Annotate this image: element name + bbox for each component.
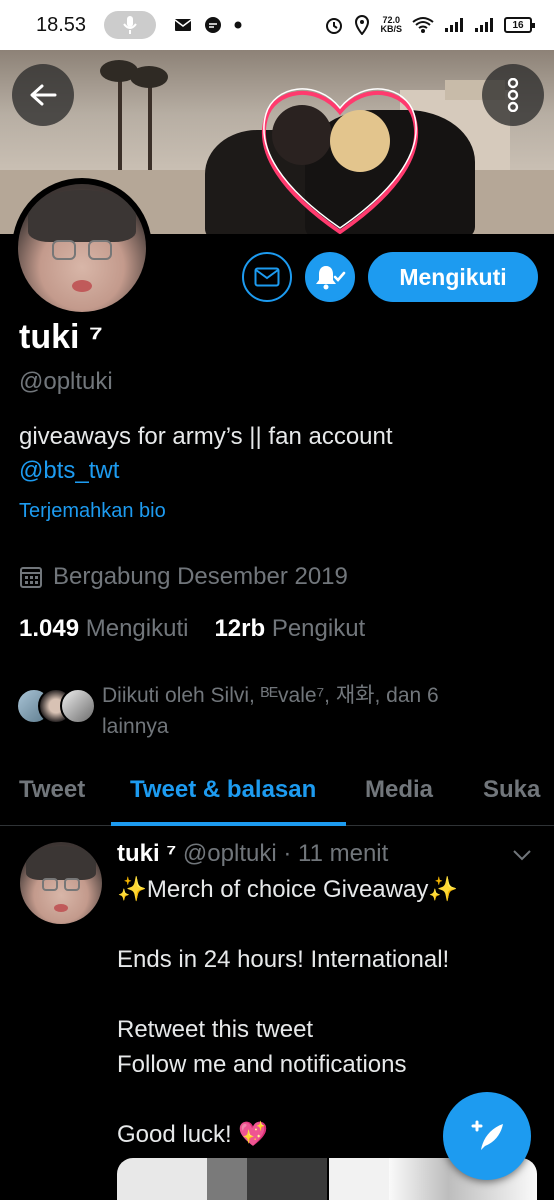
back-button[interactable] xyxy=(12,64,74,126)
tweet-author-avatar[interactable] xyxy=(20,842,102,924)
profile-name: tuki ⁷ xyxy=(19,318,103,356)
calendar-icon xyxy=(20,567,42,588)
heart-icon xyxy=(261,88,419,234)
banner-palm xyxy=(148,80,152,170)
media-image xyxy=(207,1158,247,1200)
followed-by-text: Diikuti oleh Silvi, ᴮᴱvale⁷, 재화, dan 6 l… xyxy=(102,684,439,738)
network-speed: 72.0 KB/S xyxy=(380,16,402,34)
joined-date: Bergabung Desember 2019 xyxy=(19,563,348,591)
profile-tabs: Tweet Tweet & balasan Media Suka xyxy=(0,760,554,826)
battery-icon: 16 xyxy=(504,17,535,33)
battery-level: 16 xyxy=(512,19,524,31)
active-tab-indicator xyxy=(111,822,346,826)
more-options-button[interactable] xyxy=(482,64,544,126)
media-image xyxy=(247,1158,327,1200)
signal-1-icon xyxy=(445,18,463,32)
tweet-line xyxy=(117,977,537,1012)
bio-text: giveaways for army’s || fan account xyxy=(19,423,393,450)
alarm-icon xyxy=(326,18,343,34)
avatar-lips xyxy=(72,280,92,292)
followed-by-avatars xyxy=(16,688,98,728)
media-image xyxy=(117,1158,207,1200)
status-time: 18.53 xyxy=(36,13,87,36)
avatar-glasses-left xyxy=(42,878,58,891)
profile-bio: giveaways for army’s || fan account @bts… xyxy=(19,420,393,488)
chat-notification-icon xyxy=(205,17,222,33)
tweet-line: Retweet this tweet xyxy=(117,1016,314,1043)
followed-by[interactable]: Diikuti oleh Silvi, ᴮᴱvale⁷, 재화, dan 6 l… xyxy=(16,680,502,742)
follow-stats: 1.049 Mengikuti 12rb Pengikut xyxy=(19,615,365,643)
tab-media[interactable]: Media xyxy=(365,776,433,804)
avatar-glasses-right xyxy=(64,878,80,891)
tweet-line: Follow me and notifications xyxy=(117,1051,407,1078)
profile-avatar[interactable] xyxy=(12,178,152,318)
tweet-line: ✨Merch of choice Giveaway✨ xyxy=(117,876,459,903)
email-notification-icon xyxy=(174,19,192,31)
joined-text: Bergabung Desember 2019 xyxy=(53,563,348,590)
avatar xyxy=(18,184,146,312)
avatar xyxy=(60,688,96,724)
following-count: 1.049 xyxy=(19,615,80,642)
tab-tweet[interactable]: Tweet xyxy=(19,776,85,804)
following-button[interactable]: Mengikuti xyxy=(368,252,538,302)
avatar-hat xyxy=(26,846,96,880)
banner-palm-leaves xyxy=(130,66,168,88)
tweet-line: Ends in 24 hours! International! xyxy=(117,946,450,973)
profile-handle: @opltuki xyxy=(19,368,113,395)
following-stat[interactable]: 1.049 Mengikuti xyxy=(19,615,188,643)
network-speed-unit: KB/S xyxy=(380,24,402,34)
followers-count: 12rb xyxy=(214,615,266,642)
media-image xyxy=(329,1158,389,1200)
arrow-left-icon xyxy=(30,84,57,106)
avatar-lips xyxy=(54,904,68,912)
message-button[interactable] xyxy=(242,252,292,302)
tweet-line xyxy=(117,907,537,942)
bio-mention-link[interactable]: @bts_twt xyxy=(19,454,393,488)
tab-likes[interactable]: Suka xyxy=(483,776,540,804)
wifi-icon xyxy=(412,17,434,33)
chevron-down-icon xyxy=(513,850,531,861)
tweet-author-handle: @opltuki xyxy=(182,840,277,867)
followers-stat[interactable]: 12rb Pengikut xyxy=(214,615,365,643)
compose-tweet-button[interactable] xyxy=(443,1092,531,1180)
notifications-button[interactable] xyxy=(305,252,355,302)
tweet-header: tuki ⁷ @opltuki · 11 menit xyxy=(117,840,388,868)
tab-tweet-replies[interactable]: Tweet & balasan xyxy=(130,776,316,804)
avatar-hat xyxy=(28,190,136,242)
following-label: Mengikuti xyxy=(85,615,189,642)
avatar-glasses-left xyxy=(52,240,76,260)
compose-tweet-icon xyxy=(471,1120,503,1150)
avatar-glasses-right xyxy=(88,240,112,260)
more-vertical-icon xyxy=(507,78,519,112)
tweet-separator: · xyxy=(283,840,292,867)
mail-icon xyxy=(254,267,280,287)
banner-palm xyxy=(118,70,122,170)
more-notifications-dot-icon xyxy=(234,21,242,29)
status-bar: 18.53 72.0 KB/S 16 xyxy=(0,0,554,50)
microphone-icon xyxy=(123,16,137,34)
signal-2-icon xyxy=(475,18,493,32)
translate-bio-link[interactable]: Terjemahkan bio xyxy=(19,500,166,523)
bell-check-icon xyxy=(316,266,346,290)
mic-indicator xyxy=(104,11,157,39)
location-icon xyxy=(355,15,370,35)
tweet-author-name[interactable]: tuki ⁷ xyxy=(117,840,176,867)
tweet-time: 11 menit xyxy=(298,840,389,867)
tweet-options-button[interactable] xyxy=(512,848,532,867)
followers-label: Pengikut xyxy=(271,615,366,642)
